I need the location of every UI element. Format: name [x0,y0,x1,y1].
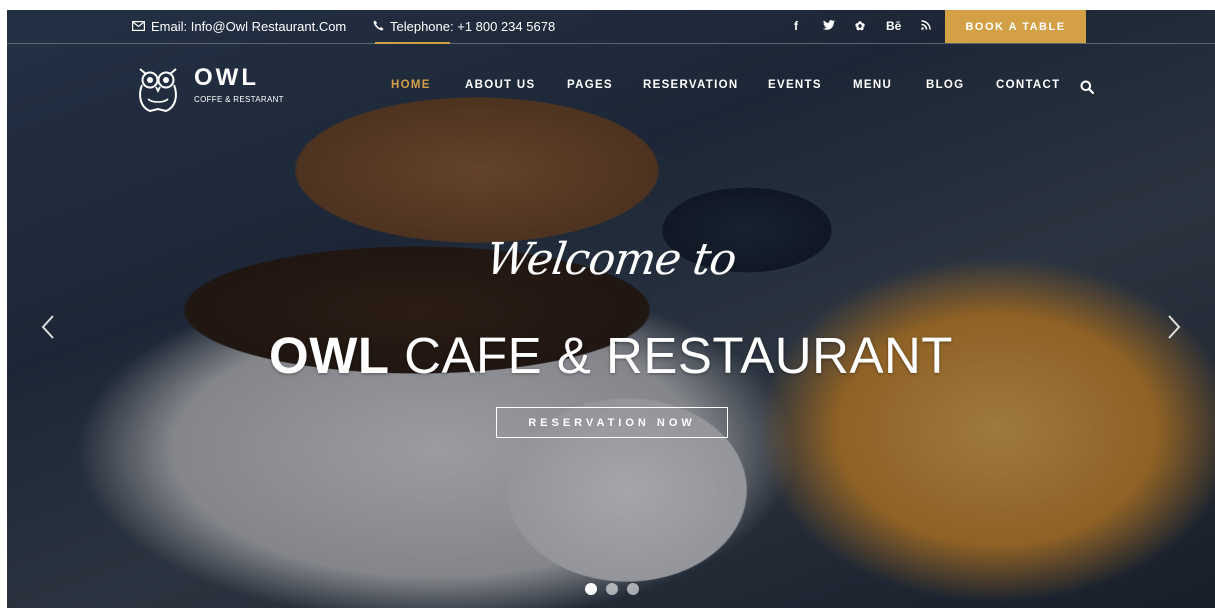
phone-text: Telephone: +1 800 234 5678 [390,19,556,34]
owl-logo-icon [139,68,177,113]
email-text: Email: Info@Owl Restaurant.Com [151,19,347,34]
nav-item-menu[interactable]: MENU [853,79,892,91]
logo-tagline: COFFE & RESTARANT [194,95,284,104]
chevron-left-icon[interactable] [41,312,55,346]
hero-headline: OWL CAFE & RESTAURANT [7,326,1215,385]
nav-item-contact[interactable]: CONTACT [996,79,1060,91]
hero-slider: Email: Info@Owl Restaurant.Com Telephone… [7,10,1215,608]
search-icon[interactable] [1080,80,1095,99]
hero-headline-bold: OWL [269,327,390,384]
slider-dot-2[interactable] [606,583,618,595]
rss-icon[interactable] [921,19,931,33]
hero-welcome-script: Welcome to [483,234,739,285]
nav-item-about-us[interactable]: ABOUT US [465,79,535,91]
facebook-icon[interactable]: f [794,19,798,33]
phone-icon [373,20,384,34]
slider-pagination [585,583,639,595]
behance-icon[interactable]: Bē [886,19,901,33]
chevron-right-icon[interactable] [1167,312,1181,346]
site-logo[interactable]: OWL COFFE & RESTARANT [132,60,302,116]
twitter-icon[interactable] [823,19,835,33]
slider-dot-1[interactable] [585,583,597,595]
logo-name: OWL [194,64,259,91]
email-contact[interactable]: Email: Info@Owl Restaurant.Com [132,19,346,34]
top-bar: Email: Info@Owl Restaurant.Com Telephone… [7,10,1215,44]
nav-item-reservation[interactable]: RESERVATION [643,79,738,91]
nav-item-blog[interactable]: BLOG [926,79,964,91]
book-a-table-button[interactable]: BOOK A TABLE [945,10,1086,43]
envelope-icon [132,20,146,34]
reservation-now-button[interactable]: RESERVATION NOW [496,407,728,438]
nav-item-pages[interactable]: PAGES [567,79,613,91]
slider-dot-3[interactable] [627,583,639,595]
dribbble-icon[interactable]: ✿ [855,19,865,33]
hero-headline-rest: CAFE & RESTAURANT [404,327,953,384]
nav-item-home[interactable]: HOME [391,79,431,91]
phone-underline [375,42,450,44]
phone-contact[interactable]: Telephone: +1 800 234 5678 [373,19,555,34]
nav-item-events[interactable]: EVENTS [768,79,822,91]
